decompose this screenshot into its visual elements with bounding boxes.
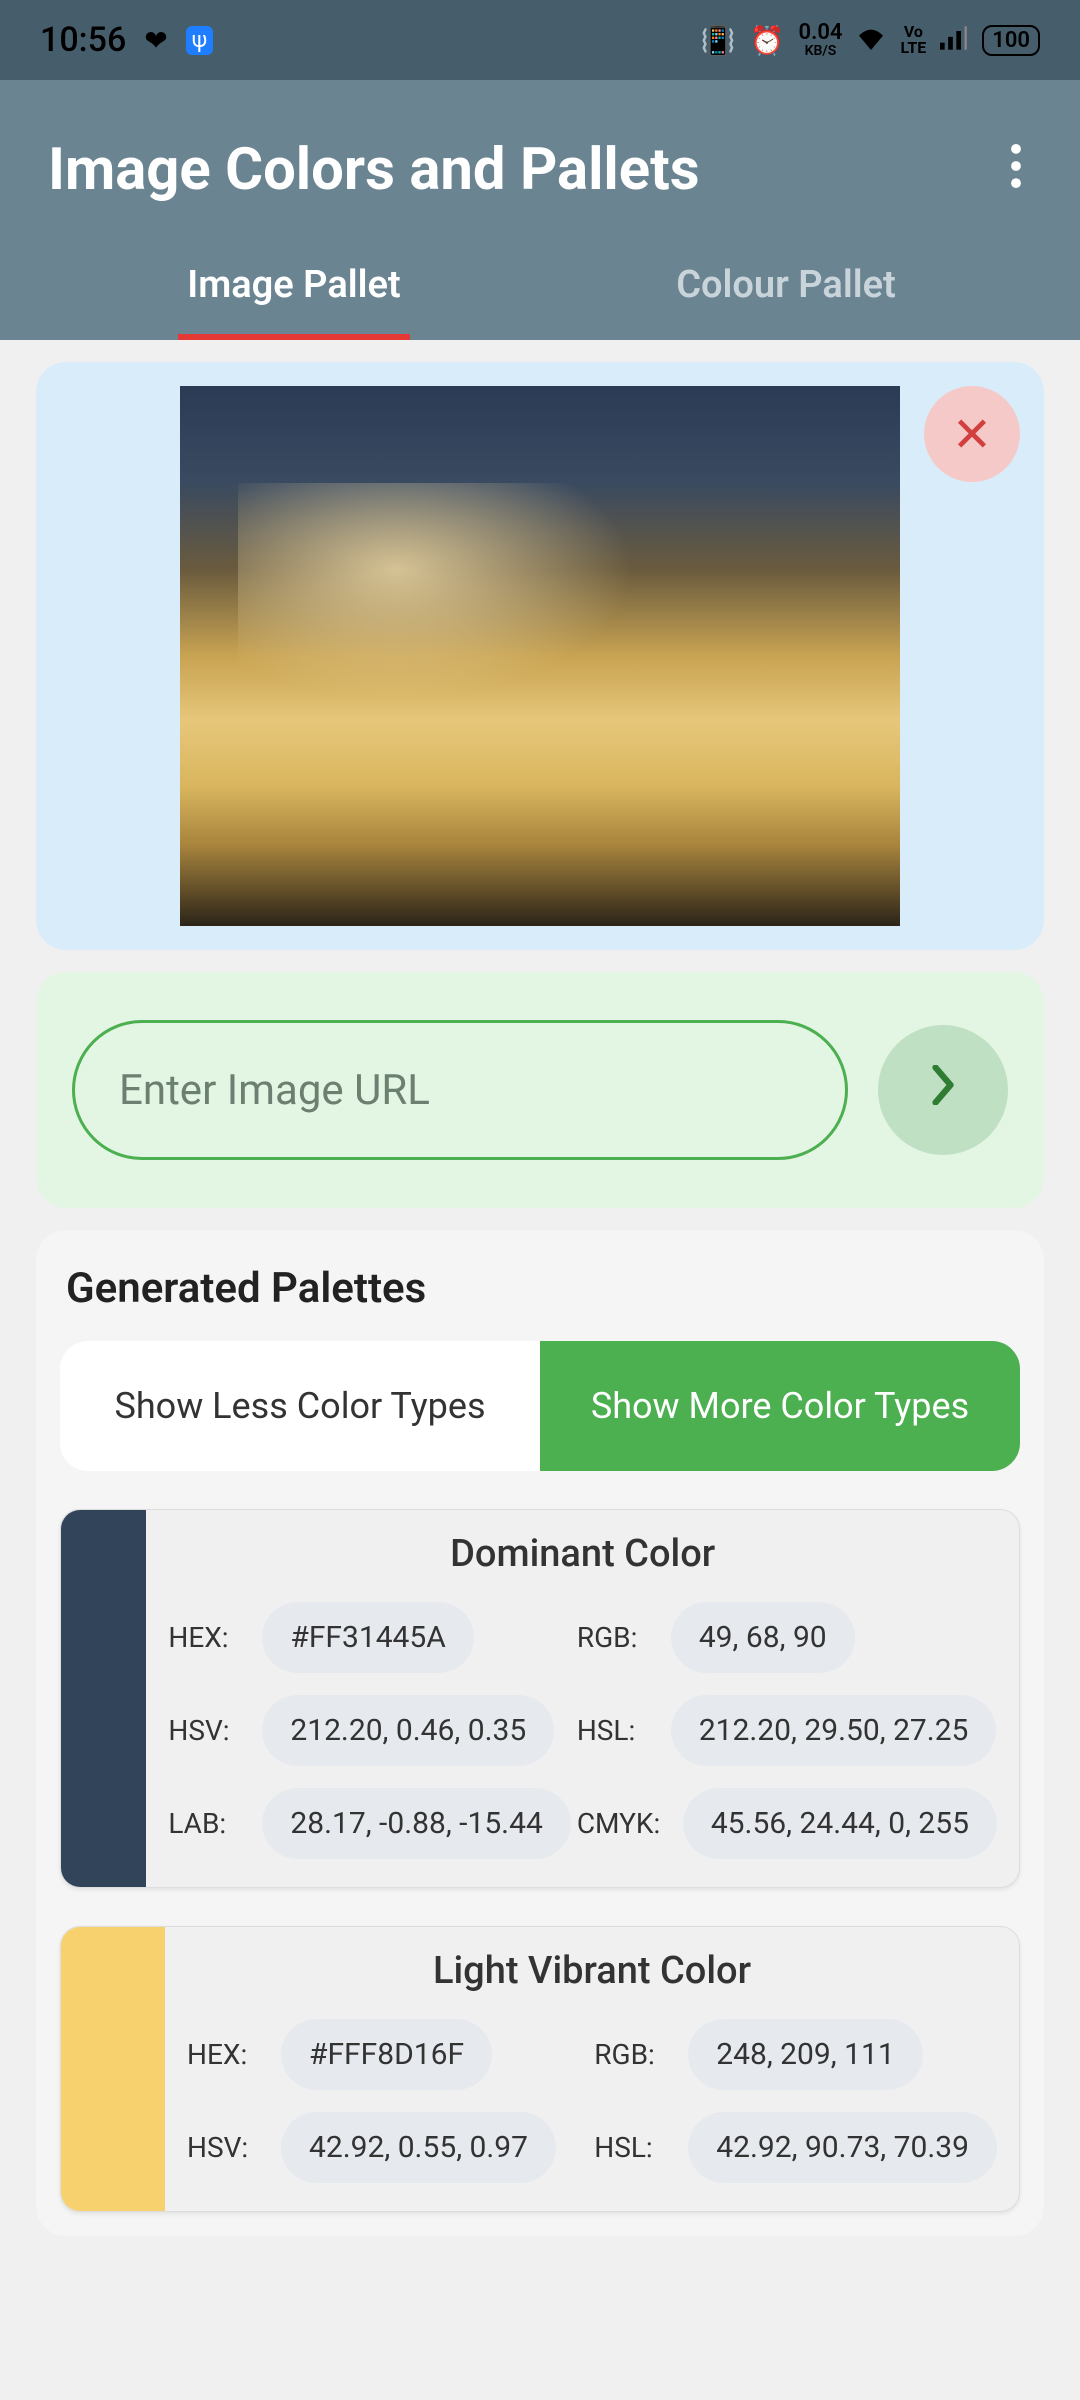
hsl-label: HSL: — [577, 1714, 657, 1747]
remove-image-button[interactable]: ✕ — [924, 386, 1020, 482]
image-url-input[interactable] — [72, 1020, 848, 1160]
show-more-button[interactable]: Show More Color Types — [540, 1341, 1020, 1471]
page-title: Image Colors and Pallets — [48, 136, 700, 204]
show-less-button[interactable]: Show Less Color Types — [60, 1341, 540, 1471]
rgb-label: RGB: — [577, 1621, 657, 1654]
color-swatch-light-vibrant[interactable] — [61, 1927, 165, 2211]
color-types-toggle: Show Less Color Types Show More Color Ty… — [60, 1341, 1020, 1471]
status-bar: 10:56 ❤ ψ 📳 ⏰ 0.04 KB/S VoLTE 100 — [0, 0, 1080, 80]
chevron-right-icon — [928, 1064, 958, 1116]
lab-value[interactable]: 28.17, -0.88, -15.44 — [262, 1788, 570, 1859]
rgb-value[interactable]: 49, 68, 90 — [671, 1602, 855, 1673]
color-card-title: Light Vibrant Color — [187, 1949, 997, 1993]
preview-image[interactable] — [180, 386, 900, 926]
wifi-icon — [856, 24, 886, 57]
generated-palettes-section: Generated Palettes Show Less Color Types… — [36, 1230, 1044, 2236]
hsv-label: HSV: — [168, 1714, 248, 1747]
tab-image-pallet[interactable]: Image Pallet — [48, 230, 540, 340]
lab-label: LAB: — [168, 1807, 248, 1840]
hex-label: HEX: — [187, 2038, 267, 2071]
dominant-color-card: Dominant Color HEX: #FF31445A RGB: 49, 6… — [60, 1509, 1020, 1888]
hsl-row: HSL: 212.20, 29.50, 27.25 — [577, 1695, 997, 1766]
hex-row: HEX: #FFF8D16F — [187, 2019, 588, 2090]
volte-icon: VoLTE — [900, 24, 926, 56]
rgb-row: RGB: 49, 68, 90 — [577, 1602, 997, 1673]
lab-row: LAB: 28.17, -0.88, -15.44 — [168, 1788, 570, 1859]
hsl-label: HSL: — [594, 2131, 674, 2164]
cmyk-value[interactable]: 45.56, 24.44, 0, 255 — [683, 1788, 997, 1859]
section-title: Generated Palettes — [60, 1264, 1020, 1313]
content-area: ✕ Generated Palettes Show Less Color Typ… — [0, 340, 1080, 2258]
submit-url-button[interactable] — [878, 1025, 1008, 1155]
tab-bar: Image Pallet Colour Pallet — [48, 230, 1032, 340]
cmyk-row: CMYK: 45.56, 24.44, 0, 255 — [577, 1788, 997, 1859]
rgb-value[interactable]: 248, 209, 111 — [688, 2019, 922, 2090]
hsv-value[interactable]: 42.92, 0.55, 0.97 — [281, 2112, 556, 2183]
signal-icon — [940, 24, 968, 57]
color-swatch-dominant[interactable] — [61, 1510, 146, 1887]
hsv-row: HSV: 42.92, 0.55, 0.97 — [187, 2112, 588, 2183]
hex-value[interactable]: #FF31445A — [262, 1602, 474, 1673]
hex-label: HEX: — [168, 1621, 248, 1654]
rgb-label: RGB: — [594, 2038, 674, 2071]
network-speed: 0.04 KB/S — [799, 22, 843, 58]
more-options-button[interactable] — [1000, 134, 1032, 206]
hsl-value[interactable]: 42.92, 90.73, 70.39 — [688, 2112, 997, 2183]
hsv-value[interactable]: 212.20, 0.46, 0.35 — [262, 1695, 554, 1766]
status-right: 📳 ⏰ 0.04 KB/S VoLTE 100 — [701, 22, 1040, 58]
hsl-value[interactable]: 212.20, 29.50, 27.25 — [671, 1695, 997, 1766]
alarm-icon: ⏰ — [750, 24, 785, 57]
tab-colour-pallet[interactable]: Colour Pallet — [540, 230, 1032, 340]
status-left: 10:56 ❤ ψ — [40, 20, 213, 60]
hex-value[interactable]: #FFF8D16F — [281, 2019, 492, 2090]
usb-icon: ψ — [186, 26, 213, 55]
app-bar: Image Colors and Pallets Image Pallet Co… — [0, 80, 1080, 340]
hsv-row: HSV: 212.20, 0.46, 0.35 — [168, 1695, 570, 1766]
hex-row: HEX: #FF31445A — [168, 1602, 570, 1673]
battery-icon: 100 — [982, 25, 1040, 56]
url-input-card — [36, 972, 1044, 1208]
heart-icon: ❤ — [144, 24, 167, 57]
hsv-label: HSV: — [187, 2131, 267, 2164]
image-preview-card: ✕ — [36, 362, 1044, 950]
vibrate-icon: 📳 — [701, 24, 736, 57]
color-card-title: Dominant Color — [168, 1532, 997, 1576]
close-icon: ✕ — [952, 406, 992, 463]
hsl-row: HSL: 42.92, 90.73, 70.39 — [594, 2112, 997, 2183]
clock: 10:56 — [40, 20, 126, 60]
light-vibrant-color-card: Light Vibrant Color HEX: #FFF8D16F RGB: … — [60, 1926, 1020, 2212]
rgb-row: RGB: 248, 209, 111 — [594, 2019, 997, 2090]
cmyk-label: CMYK: — [577, 1807, 669, 1840]
